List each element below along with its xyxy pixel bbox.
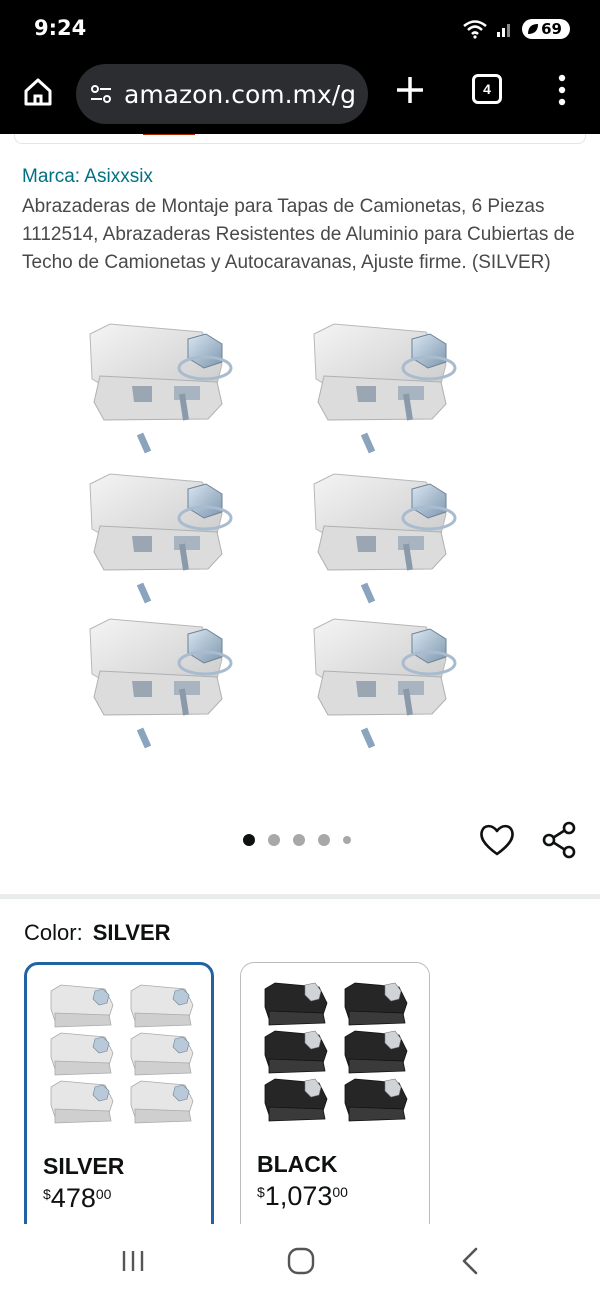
wifi-icon — [463, 20, 487, 39]
color-label-text: Color: — [24, 920, 83, 945]
previous-section-edge — [14, 134, 586, 144]
selected-color: SILVER — [92, 920, 171, 945]
battery-level: 69 — [541, 20, 562, 38]
address-bar[interactable]: amazon.com.mx/g — [76, 64, 368, 124]
status-icons: 69 — [462, 16, 570, 42]
variant-name: SILVER — [43, 1153, 125, 1179]
color-option-silver[interactable]: SILVER $ 478 00 — [24, 962, 214, 1224]
variant-name: BLACK — [257, 1151, 338, 1177]
home-icon[interactable] — [18, 72, 58, 112]
tab-switcher-button[interactable]: 4 — [472, 74, 502, 104]
variant-price: $ 1,073 00 — [257, 1181, 348, 1212]
more-options-icon[interactable] — [548, 72, 576, 108]
brand-link[interactable]: Marca: Asixxsix — [22, 166, 153, 188]
back-icon[interactable] — [456, 1245, 484, 1277]
browser-toolbar: amazon.com.mx/g 4 — [0, 56, 600, 134]
page-content: Marca: Asixxsix Abrazaderas de Montaje p… — [0, 134, 600, 1224]
status-bar: 9:24 69 — [0, 0, 600, 56]
status-time: 9:24 — [34, 16, 87, 40]
black-variant-image — [264, 982, 408, 1122]
currency-symbol: $ — [43, 1186, 51, 1202]
gallery-pagination[interactable] — [243, 834, 351, 846]
site-settings-icon[interactable] — [88, 81, 114, 107]
color-option-black[interactable]: BLACK $ 1,073 00 — [240, 962, 430, 1224]
price-whole: 1,073 — [264, 1181, 333, 1211]
new-tab-icon[interactable] — [392, 72, 428, 108]
gallery-dot[interactable] — [268, 834, 280, 846]
product-title: Abrazaderas de Montaje para Tapas de Cam… — [22, 196, 575, 273]
section-divider — [0, 894, 600, 899]
price-cents: 00 — [95, 1186, 112, 1202]
url-text[interactable]: amazon.com.mx/g — [124, 80, 356, 109]
share-icon[interactable] — [540, 820, 578, 860]
price-cents: 00 — [332, 1184, 348, 1200]
system-navigation-bar — [0, 1224, 600, 1300]
signal-icon — [497, 24, 511, 37]
home-nav-icon[interactable] — [285, 1245, 317, 1277]
gallery-dot[interactable] — [293, 834, 305, 846]
heart-icon[interactable] — [478, 822, 516, 858]
product-image[interactable] — [70, 314, 530, 774]
gallery-dot[interactable] — [318, 834, 330, 846]
currency-symbol: $ — [257, 1184, 265, 1200]
leaf-icon — [528, 24, 539, 34]
gallery-dot[interactable] — [343, 836, 351, 844]
price-whole: 478 — [50, 1183, 96, 1213]
recent-apps-icon[interactable] — [118, 1246, 148, 1276]
battery-indicator: 69 — [522, 19, 570, 39]
gallery-dot[interactable] — [243, 834, 255, 846]
color-selector-label: Color: SILVER — [24, 920, 171, 946]
variant-price: $ 478 00 — [43, 1183, 111, 1214]
silver-variant-image — [50, 984, 194, 1124]
